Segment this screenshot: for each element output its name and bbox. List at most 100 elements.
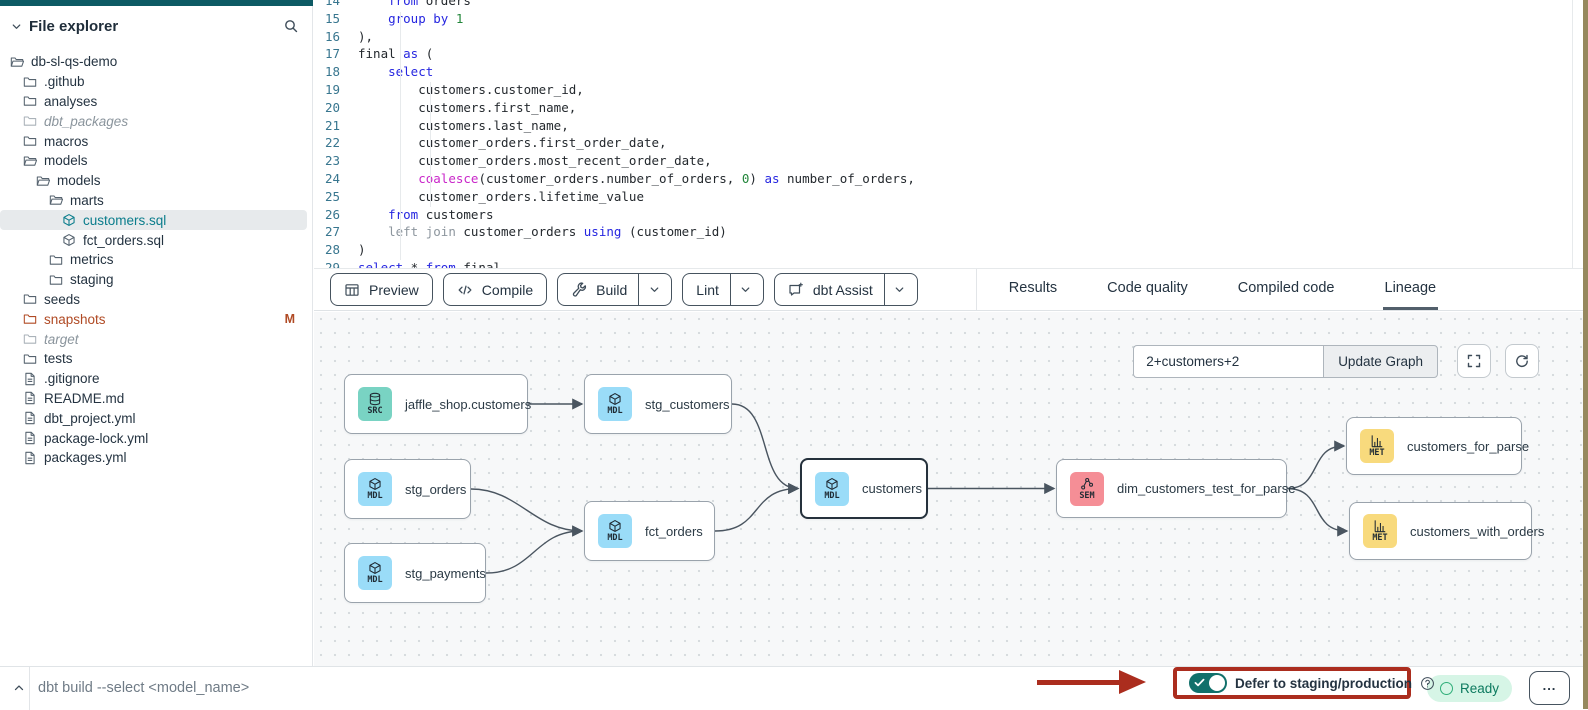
graph-filter: Update Graph bbox=[1133, 345, 1438, 378]
dbt-assist-button[interactable]: dbt Assist bbox=[774, 273, 918, 306]
code-line[interactable]: 26 from customers bbox=[314, 207, 1572, 225]
file-tree-item[interactable]: tests bbox=[0, 349, 307, 369]
file-tree-item[interactable]: seeds bbox=[0, 290, 307, 310]
file-tree-item[interactable]: README.md bbox=[0, 389, 307, 409]
code-line[interactable]: 22 customer_orders.first_order_date, bbox=[314, 135, 1572, 153]
indent-guide bbox=[400, 12, 401, 260]
line-number: 24 bbox=[314, 171, 358, 189]
lineage-node-jaffle_shop.customers[interactable]: SRCjaffle_shop.customers bbox=[344, 374, 528, 434]
defer-toggle-group: Defer to staging/production bbox=[1173, 667, 1411, 699]
tab-code-quality[interactable]: Code quality bbox=[1105, 269, 1190, 310]
command-input[interactable]: dbt build --select <model_name> bbox=[38, 667, 249, 710]
line-number: 25 bbox=[314, 189, 358, 207]
file-tree-item[interactable]: .github bbox=[0, 72, 307, 92]
code-line[interactable]: 14 from orders bbox=[314, 0, 1572, 11]
code-lines: 14 from orders15 group by 116),17final a… bbox=[314, 0, 1572, 268]
code-line[interactable]: 15 group by 1 bbox=[314, 11, 1572, 29]
lineage-node-dim_customers_test_for_parse[interactable]: SEMdim_customers_test_for_parse bbox=[1056, 459, 1287, 518]
node-type-label: MDL bbox=[824, 491, 839, 501]
file-tree-item[interactable]: models bbox=[0, 151, 307, 171]
lineage-node-fct_orders[interactable]: MDL fct_orders bbox=[584, 501, 715, 561]
file-tree-item-label: staging bbox=[70, 272, 114, 287]
file-tree-item[interactable]: staging bbox=[0, 270, 307, 290]
file-tree-item[interactable]: fct_orders.sql bbox=[0, 230, 307, 250]
file-tree-item[interactable]: dbt_project.yml bbox=[0, 408, 307, 428]
file-tree-item[interactable]: target bbox=[0, 329, 307, 349]
line-number: 14 bbox=[314, 0, 358, 11]
lineage-node-stg_customers[interactable]: MDLstg_customers bbox=[584, 374, 732, 434]
lineage-node-customers_with_orders[interactable]: METcustomers_with_orders bbox=[1349, 502, 1532, 560]
chevron-down-icon[interactable] bbox=[648, 283, 661, 296]
file-tree-item[interactable]: models bbox=[0, 171, 307, 191]
tab-compiled-code[interactable]: Compiled code bbox=[1236, 269, 1337, 310]
code-line[interactable]: 16), bbox=[314, 29, 1572, 47]
file-tree-item[interactable]: marts bbox=[0, 191, 307, 211]
code-line[interactable]: 28) bbox=[314, 242, 1572, 260]
file-tree-item-label: README.md bbox=[44, 391, 124, 406]
file-icon bbox=[23, 431, 37, 445]
build-button[interactable]: Build bbox=[557, 273, 672, 306]
file-tree-item[interactable]: metrics bbox=[0, 250, 307, 270]
cube-icon bbox=[825, 477, 839, 491]
command-bar-expand-button[interactable] bbox=[8, 676, 30, 700]
file-tree-item-label: models bbox=[44, 153, 88, 168]
toggle-knob bbox=[1209, 675, 1225, 691]
cube-icon bbox=[608, 519, 622, 533]
code-line[interactable]: 17final as ( bbox=[314, 46, 1572, 64]
update-graph-button[interactable]: Update Graph bbox=[1323, 345, 1438, 378]
code-line[interactable]: 18 select bbox=[314, 64, 1572, 82]
editor-scrollbar-track[interactable] bbox=[1572, 0, 1583, 268]
modified-badge: M bbox=[285, 312, 307, 326]
preview-button[interactable]: Preview bbox=[330, 273, 433, 306]
chevron-down-icon[interactable] bbox=[10, 20, 23, 33]
tab-results[interactable]: Results bbox=[1007, 269, 1059, 310]
lineage-filter-input[interactable] bbox=[1133, 345, 1323, 378]
file-tree-item[interactable]: .gitignore bbox=[0, 369, 307, 389]
explorer-header: File explorer bbox=[0, 12, 313, 40]
lineage-node-customers_for_parse[interactable]: METcustomers_for_parse bbox=[1346, 417, 1522, 475]
node-label: jaffle_shop.customers bbox=[405, 397, 531, 412]
search-icon[interactable] bbox=[283, 18, 299, 34]
node-type-badge: MET bbox=[1360, 429, 1394, 463]
cube-icon bbox=[62, 213, 76, 227]
code-line[interactable]: 19 customers.customer_id, bbox=[314, 82, 1572, 100]
tab-lineage[interactable]: Lineage bbox=[1383, 269, 1439, 310]
node-type-badge: MDL bbox=[598, 514, 632, 548]
code-line[interactable]: 21 customers.last_name, bbox=[314, 118, 1572, 136]
line-number: 27 bbox=[314, 224, 358, 242]
code-line[interactable]: 25 customer_orders.lifetime_value bbox=[314, 189, 1572, 207]
node-label: customers bbox=[862, 481, 922, 496]
file-tree-item[interactable]: analyses bbox=[0, 92, 307, 112]
file-tree-item-label: snapshots bbox=[44, 312, 106, 327]
annotation-arrow-head bbox=[1119, 670, 1146, 694]
defer-toggle[interactable] bbox=[1189, 673, 1227, 693]
file-tree-item[interactable]: package-lock.yml bbox=[0, 428, 307, 448]
semantic-icon bbox=[1080, 477, 1094, 491]
file-tree-item[interactable]: snapshots M bbox=[0, 309, 307, 329]
help-icon[interactable] bbox=[1420, 676, 1435, 691]
fullscreen-button[interactable] bbox=[1457, 344, 1491, 378]
code-line[interactable]: 20 customers.first_name, bbox=[314, 100, 1572, 118]
lineage-panel[interactable]: Update Graph SRCjaffle_shop.customers MDL… bbox=[314, 312, 1583, 666]
file-tree-item[interactable]: packages.yml bbox=[0, 448, 307, 468]
chevron-down-icon[interactable] bbox=[893, 283, 906, 296]
lint-button[interactable]: Lint bbox=[682, 273, 764, 306]
compile-button[interactable]: Compile bbox=[443, 273, 547, 306]
code-line[interactable]: 29select * from final bbox=[314, 260, 1572, 268]
more-options-button[interactable]: ... bbox=[1529, 671, 1570, 705]
lineage-node-stg_payments[interactable]: MDLstg_payments bbox=[344, 543, 486, 603]
lineage-node-stg_orders[interactable]: MDLstg_orders bbox=[344, 459, 471, 519]
file-tree-item[interactable]: macros bbox=[0, 131, 307, 151]
code-line[interactable]: 23 customer_orders.most_recent_order_dat… bbox=[314, 153, 1572, 171]
refresh-button[interactable] bbox=[1505, 344, 1539, 378]
file-tree-item[interactable]: dbt_packages bbox=[0, 111, 307, 131]
code-line[interactable]: 24 coalesce(customer_orders.number_of_or… bbox=[314, 171, 1572, 189]
node-type-badge: SEM bbox=[1070, 472, 1104, 506]
chevron-down-icon[interactable] bbox=[739, 283, 752, 296]
code-line[interactable]: 27 left join customer_orders using (cust… bbox=[314, 224, 1572, 242]
node-label: fct_orders bbox=[645, 524, 703, 539]
code-editor[interactable]: 14 from orders15 group by 116),17final a… bbox=[314, 0, 1572, 268]
file-tree-item[interactable]: customers.sql bbox=[0, 210, 307, 230]
lineage-node-customers[interactable]: MDL customers bbox=[800, 458, 928, 519]
file-tree-item[interactable]: db-sl-qs-demo bbox=[0, 52, 307, 72]
